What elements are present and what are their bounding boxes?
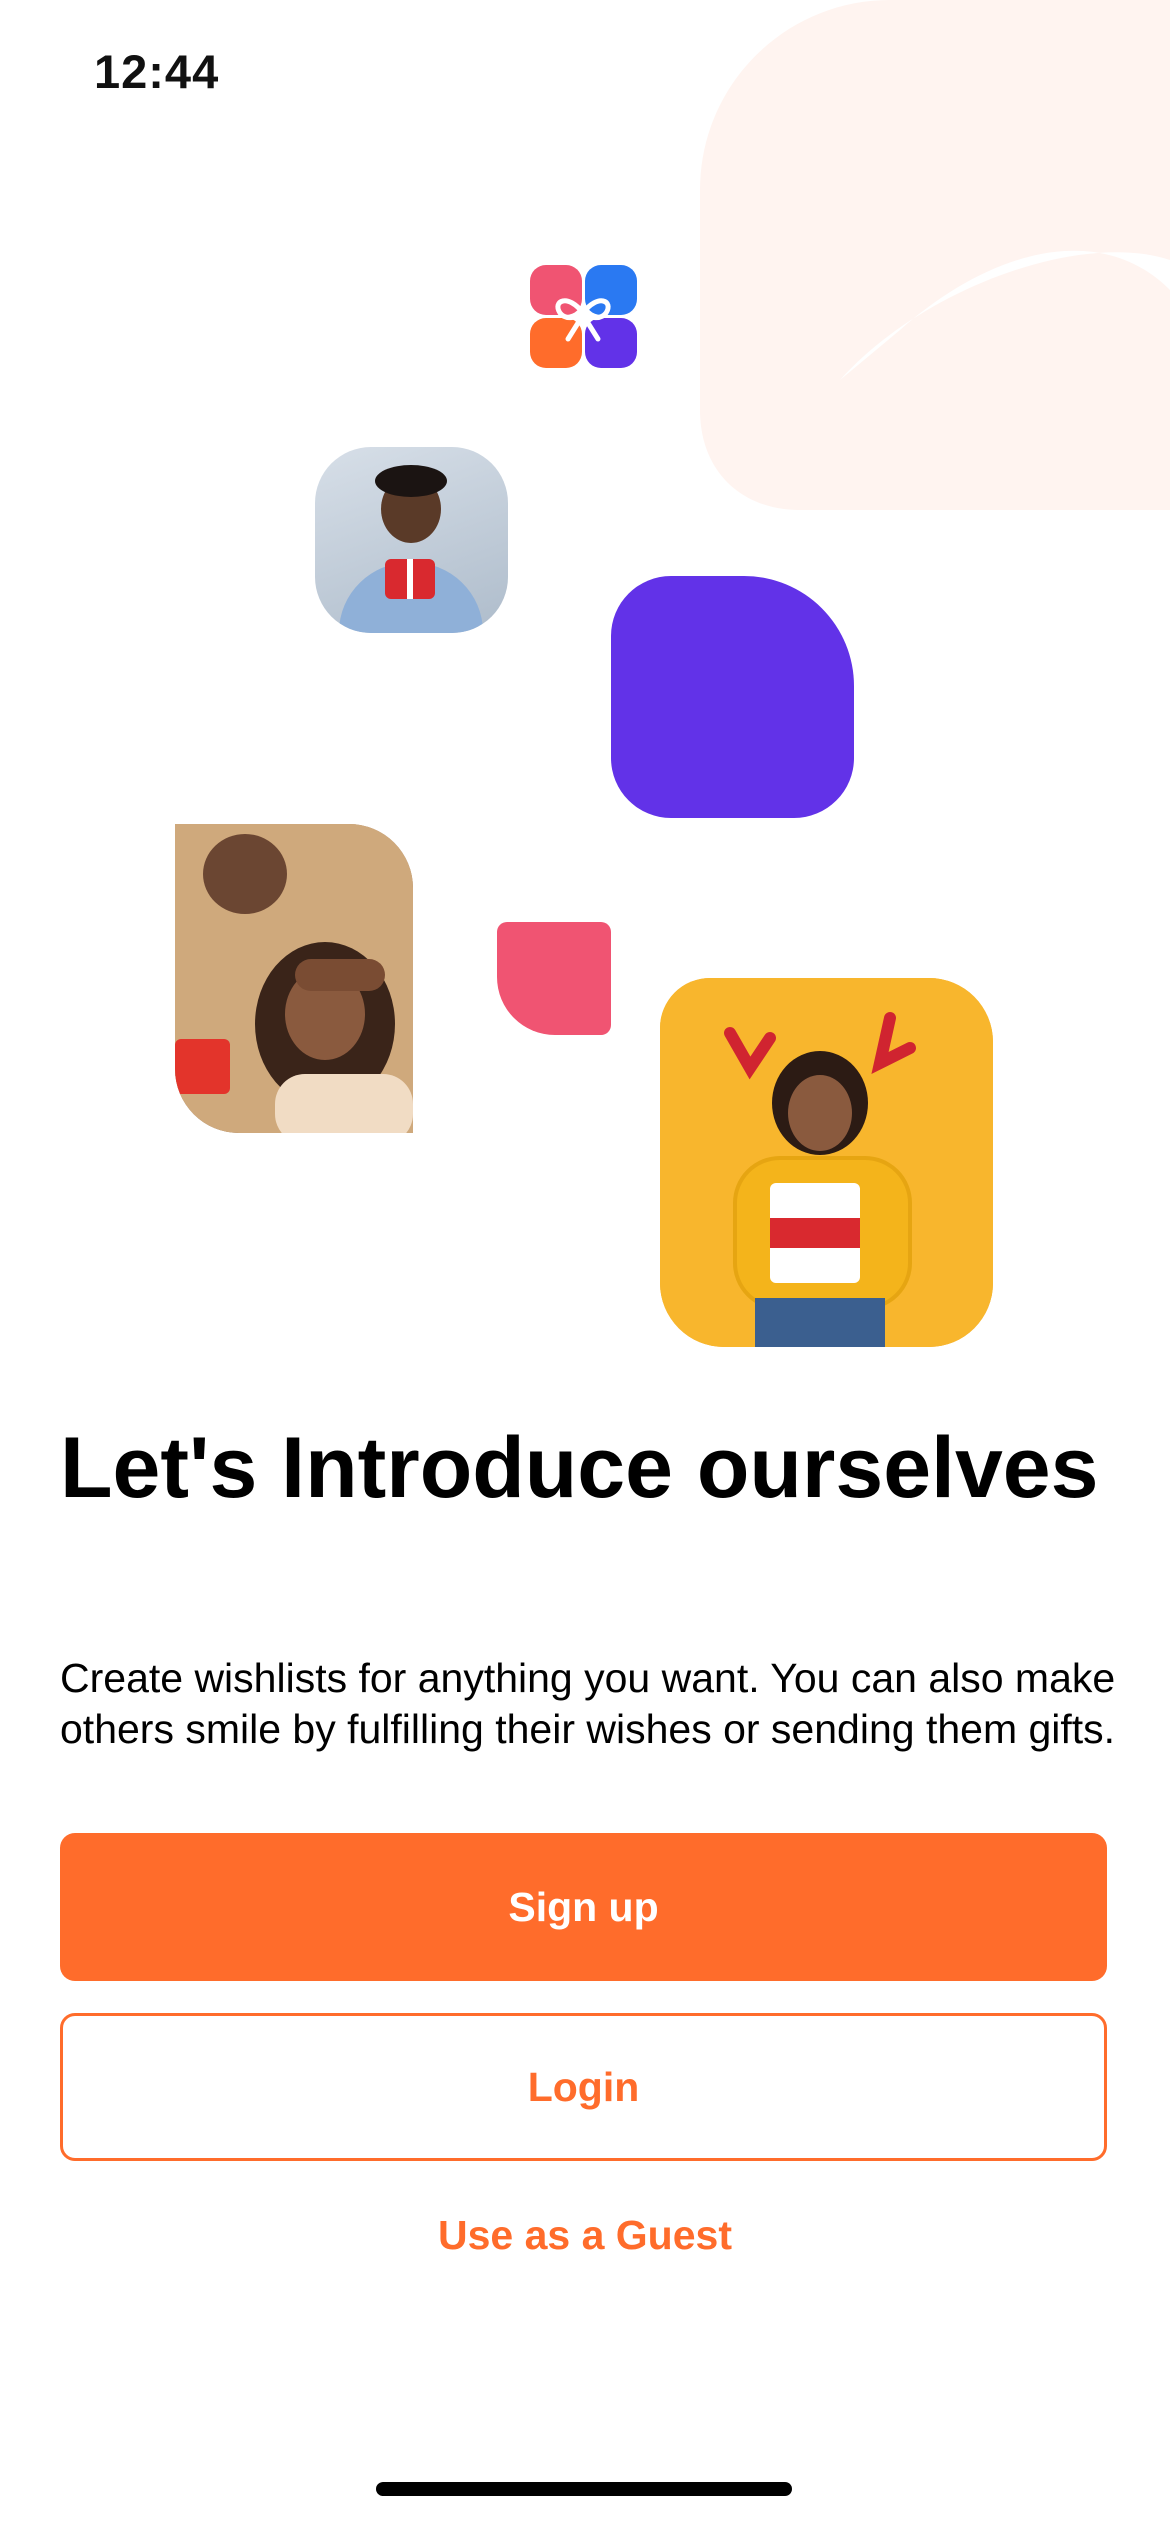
decorative-pink-shape <box>497 922 611 1035</box>
decorative-purple-shape <box>611 576 854 818</box>
page-description: Create wishlists for anything you want. … <box>60 1655 1116 1752</box>
photo-man-with-gift <box>315 447 508 633</box>
decorative-blob <box>700 0 1170 510</box>
photo-woman-reindeer <box>660 978 993 1347</box>
page-title: Let's Introduce ourselves <box>60 1420 1099 1516</box>
signup-button[interactable]: Sign up <box>60 1833 1107 1981</box>
status-time: 12:44 <box>94 45 220 98</box>
photo-couple-surprise <box>175 824 413 1133</box>
gift-logo-icon <box>530 265 637 368</box>
guest-link[interactable]: Use as a Guest <box>0 2212 1170 2259</box>
login-button[interactable]: Login <box>60 2013 1107 2161</box>
home-indicator[interactable] <box>376 2482 792 2496</box>
